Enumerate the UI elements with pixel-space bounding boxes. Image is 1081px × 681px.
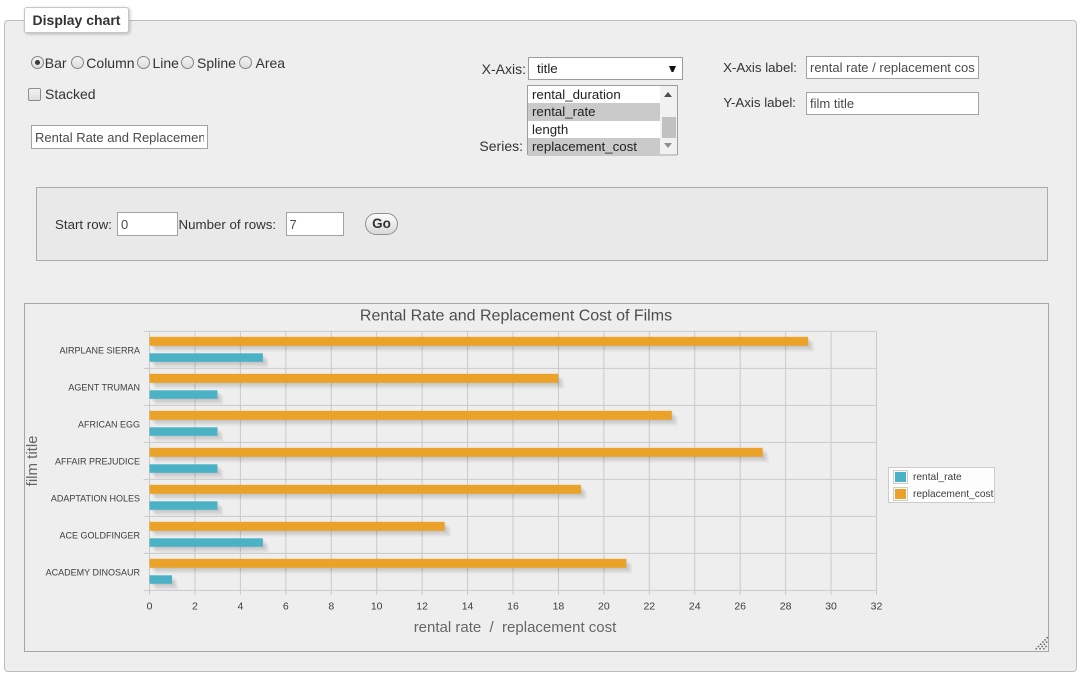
- svg-text:28: 28: [780, 601, 792, 613]
- svg-text:20: 20: [598, 601, 610, 613]
- svg-text:AGENT TRUMAN: AGENT TRUMAN: [68, 382, 140, 392]
- svg-text:16: 16: [507, 601, 519, 613]
- svg-text:10: 10: [371, 601, 383, 613]
- svg-text:4: 4: [237, 601, 243, 613]
- svg-text:24: 24: [689, 601, 701, 613]
- svg-text:ACADEMY DINOSAUR: ACADEMY DINOSAUR: [46, 567, 141, 577]
- svg-text:0: 0: [147, 601, 153, 613]
- svg-text:6: 6: [283, 601, 289, 613]
- svg-text:AIRPLANE SIERRA: AIRPLANE SIERRA: [59, 345, 140, 355]
- svg-text:ACE GOLDFINGER: ACE GOLDFINGER: [59, 530, 140, 540]
- svg-text:22: 22: [643, 601, 655, 613]
- svg-text:replacement_cost: replacement_cost: [913, 489, 994, 500]
- svg-text:AFFAIR PREJUDICE: AFFAIR PREJUDICE: [55, 456, 140, 466]
- svg-text:Rental Rate and Replacement Co: Rental Rate and Replacement Cost of Film…: [360, 308, 672, 325]
- svg-text:18: 18: [553, 601, 565, 613]
- svg-text:32: 32: [871, 601, 883, 613]
- svg-text:2: 2: [192, 601, 198, 613]
- svg-text:12: 12: [416, 601, 428, 613]
- svg-text:8: 8: [328, 601, 334, 613]
- svg-text:14: 14: [462, 601, 474, 613]
- svg-text:ADAPTATION HOLES: ADAPTATION HOLES: [51, 493, 140, 503]
- svg-text:rental_rate: rental_rate: [913, 472, 962, 483]
- svg-text:rental rate / replacement co: rental rate / replacement cost: [414, 619, 617, 636]
- svg-text:film title: film title: [24, 435, 41, 486]
- svg-text:AFRICAN EGG: AFRICAN EGG: [78, 419, 140, 429]
- svg-text:30: 30: [825, 601, 837, 613]
- svg-text:26: 26: [734, 601, 746, 613]
